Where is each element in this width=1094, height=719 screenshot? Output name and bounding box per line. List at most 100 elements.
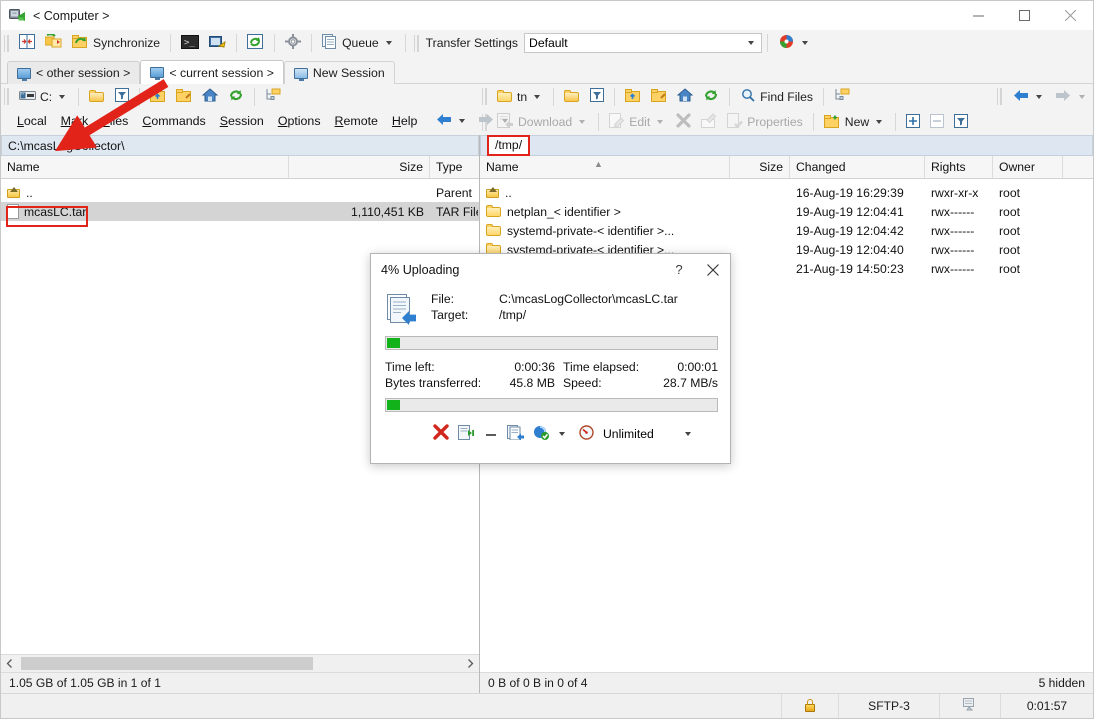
local-drive-selector[interactable]: C: (14, 85, 73, 109)
table-row[interactable]: netplan_< identifier > 19-Aug-19 12:04:4… (480, 202, 1093, 221)
table-row[interactable]: .. 16-Aug-19 16:29:39 rwxr-xr-x root (480, 183, 1093, 202)
dialog-close-button[interactable] (696, 254, 730, 285)
remote-delete-button[interactable] (671, 110, 696, 134)
chevron-down-icon[interactable] (559, 432, 565, 436)
local-horizontal-scrollbar[interactable] (1, 654, 479, 672)
transfer-settings-gripper[interactable] (414, 35, 421, 52)
session-duration[interactable]: 0:01:57 (1000, 694, 1093, 718)
transfer-preset-button[interactable] (773, 31, 816, 55)
local-path-bar[interactable]: C:\mcasLogCollector\ (1, 135, 479, 156)
local-forward-button[interactable] (473, 109, 516, 133)
menu-mark[interactable]: Mark (54, 111, 96, 131)
chevron-down-icon[interactable] (502, 119, 508, 123)
remote-path-bar[interactable]: /tmp/ (480, 135, 1093, 156)
local-refresh-button[interactable] (223, 85, 249, 109)
chevron-down-icon[interactable] (59, 95, 65, 99)
table-row[interactable]: .. Parent (1, 183, 479, 202)
tab-new-session[interactable]: New Session (284, 61, 395, 84)
column-header-type[interactable]: Type (430, 156, 478, 178)
remote-new-button[interactable]: New (819, 110, 890, 134)
toolbar-gripper[interactable] (4, 35, 11, 52)
chevron-down-icon[interactable] (1079, 95, 1085, 99)
queue-button[interactable]: Queue (317, 31, 400, 55)
tab-other-session[interactable]: < other session > (7, 61, 140, 84)
remote-select-more-button[interactable] (901, 110, 925, 134)
column-header-owner[interactable]: Owner (993, 156, 1063, 178)
chevron-down-icon[interactable] (748, 41, 754, 45)
dialog-help-button[interactable]: ? (662, 254, 696, 285)
red-x-icon[interactable] (433, 424, 449, 443)
scroll-thumb[interactable] (21, 657, 313, 670)
back-button[interactable] (1007, 85, 1050, 109)
find-files-button[interactable]: Find Files (735, 85, 818, 109)
local-directory-tree-button[interactable] (260, 85, 286, 109)
minimize-button[interactable] (955, 1, 1001, 30)
chevron-down-icon[interactable] (876, 120, 882, 124)
security-status[interactable] (781, 694, 838, 718)
queue-transfer-icon[interactable] (507, 425, 524, 443)
toolbar-gripper[interactable] (482, 88, 489, 105)
local-new-directory-button[interactable] (171, 85, 197, 109)
remote-select-mask-button[interactable] (949, 110, 973, 134)
disconnect-check-icon[interactable] (533, 425, 550, 443)
remote-new-directory-button[interactable] (646, 85, 672, 109)
toolbar-gripper[interactable] (4, 88, 11, 105)
menu-help[interactable]: Help (385, 111, 425, 131)
remote-parent-directory-button[interactable] (620, 85, 646, 109)
remote-rename-button[interactable] (696, 110, 722, 134)
column-header-size[interactable]: Size (730, 156, 790, 178)
menu-remote[interactable]: Remote (328, 111, 385, 131)
menu-local[interactable]: Local (10, 111, 54, 131)
keep-remote-up-to-date-button[interactable] (242, 31, 269, 55)
menu-commands[interactable]: Commands (135, 111, 212, 131)
chevron-down-icon[interactable] (1036, 95, 1042, 99)
menu-session[interactable]: Session (213, 111, 271, 131)
chevron-down-icon[interactable] (802, 41, 808, 45)
local-open-directory-button[interactable] (84, 85, 110, 109)
remote-home-button[interactable] (672, 85, 698, 109)
remote-open-directory-button[interactable] (559, 85, 585, 109)
tab-current-session[interactable]: < current session > (140, 60, 284, 84)
forward-button[interactable] (1050, 85, 1093, 109)
chevron-down-icon[interactable] (657, 120, 663, 124)
local-parent-directory-button[interactable] (145, 85, 171, 109)
remote-properties-button[interactable]: Properties (722, 110, 808, 134)
close-button[interactable] (1047, 1, 1093, 30)
column-header-name[interactable]: Name ▲ (480, 156, 730, 178)
remote-directory-tree-button[interactable] (829, 85, 855, 109)
chevron-down-icon[interactable] (685, 432, 691, 436)
scroll-left-button[interactable] (1, 656, 18, 672)
open-in-putty-button[interactable] (204, 31, 231, 55)
column-header-name[interactable]: Name (1, 156, 289, 178)
upload-progress-dialog[interactable]: 4% Uploading ? (370, 253, 731, 464)
chevron-down-icon[interactable] (579, 120, 585, 124)
table-row[interactable]: mcasLC.tar 1,110,451 KB TAR File (1, 202, 479, 221)
local-home-button[interactable] (197, 85, 223, 109)
remote-edit-button[interactable]: Edit (604, 110, 671, 134)
scroll-right-button[interactable] (462, 656, 479, 672)
queue-status[interactable] (939, 694, 1000, 718)
column-header-changed[interactable]: Changed (790, 156, 925, 178)
synchronize-browsing-button[interactable] (40, 31, 67, 55)
column-header-rights[interactable]: Rights (925, 156, 993, 178)
compare-directories-button[interactable] (14, 31, 40, 55)
remote-path-selector[interactable]: tn (492, 85, 548, 109)
column-header-size[interactable]: Size (289, 156, 430, 178)
local-filter-button[interactable] (110, 85, 134, 109)
table-row[interactable]: systemd-private-< identifier >... 19-Aug… (480, 221, 1093, 240)
chevron-down-icon[interactable] (459, 119, 465, 123)
synchronize-button[interactable]: Synchronize (67, 31, 165, 55)
maximize-button[interactable] (1001, 1, 1047, 30)
local-back-button[interactable] (430, 109, 473, 133)
remote-filter-button[interactable] (585, 85, 609, 109)
protocol-status[interactable]: SFTP-3 (838, 694, 939, 718)
preferences-button[interactable] (280, 31, 306, 55)
transfer-settings-combo[interactable]: Default (524, 33, 762, 53)
menu-files[interactable]: Files (95, 111, 135, 131)
chevron-down-icon[interactable] (534, 95, 540, 99)
open-terminal-button[interactable]: >_ (176, 31, 204, 55)
chevron-down-icon[interactable] (386, 41, 392, 45)
scroll-track[interactable] (18, 656, 462, 671)
remote-unselect-button[interactable] (925, 110, 949, 134)
navigation-gripper[interactable] (997, 88, 1004, 105)
